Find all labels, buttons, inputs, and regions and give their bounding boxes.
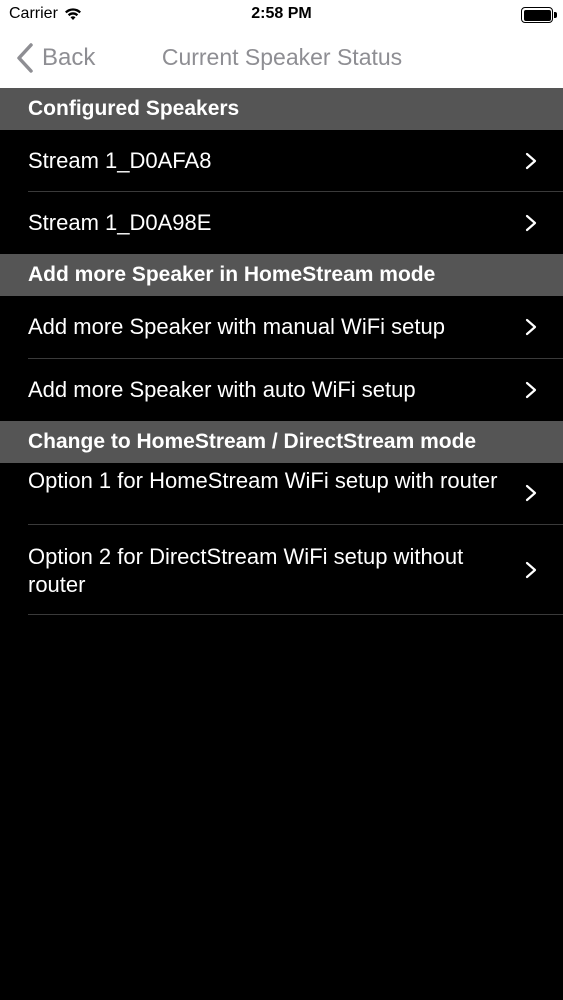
chevron-right-icon	[525, 214, 537, 232]
row-label: Stream 1_D0A98E	[28, 210, 212, 235]
status-bar: Carrier 2:58 PM	[0, 0, 563, 30]
row-label: Add more Speaker with manual WiFi setup	[28, 314, 445, 339]
row-label: Option 1 for HomeStream WiFi setup with …	[28, 468, 498, 493]
add-speaker-auto-row[interactable]: Add more Speaker with auto WiFi setup	[0, 359, 563, 421]
add-speaker-manual-row[interactable]: Add more Speaker with manual WiFi setup	[0, 296, 563, 358]
battery-icon	[521, 7, 557, 23]
section-header-add-more-speaker: Add more Speaker in HomeStream mode	[0, 254, 563, 296]
row-divider	[28, 614, 563, 615]
chevron-right-icon	[525, 561, 537, 579]
row-label: Add more Speaker with auto WiFi setup	[28, 377, 416, 402]
row-label: Stream 1_D0AFA8	[28, 148, 212, 173]
option-2-row[interactable]: Option 2 for DirectStream WiFi setup wit…	[0, 525, 563, 615]
section-header-change-mode: Change to HomeStream / DirectStream mode	[0, 421, 563, 463]
section-header-configured-speakers: Configured Speakers	[0, 88, 563, 130]
chevron-right-icon	[525, 152, 537, 170]
navigation-bar: Back Current Speaker Status	[0, 30, 563, 88]
option-1-row[interactable]: Option 1 for HomeStream WiFi setup with …	[0, 463, 563, 525]
chevron-right-icon	[525, 381, 537, 399]
speaker-row[interactable]: Stream 1_D0A98E	[0, 192, 563, 254]
speaker-row[interactable]: Stream 1_D0AFA8	[0, 130, 563, 192]
chevron-right-icon	[525, 318, 537, 336]
clock: 2:58 PM	[251, 5, 312, 22]
chevron-right-icon	[525, 484, 537, 502]
row-label: Option 2 for DirectStream WiFi setup wit…	[28, 544, 464, 597]
page-title: Current Speaker Status	[161, 44, 403, 70]
